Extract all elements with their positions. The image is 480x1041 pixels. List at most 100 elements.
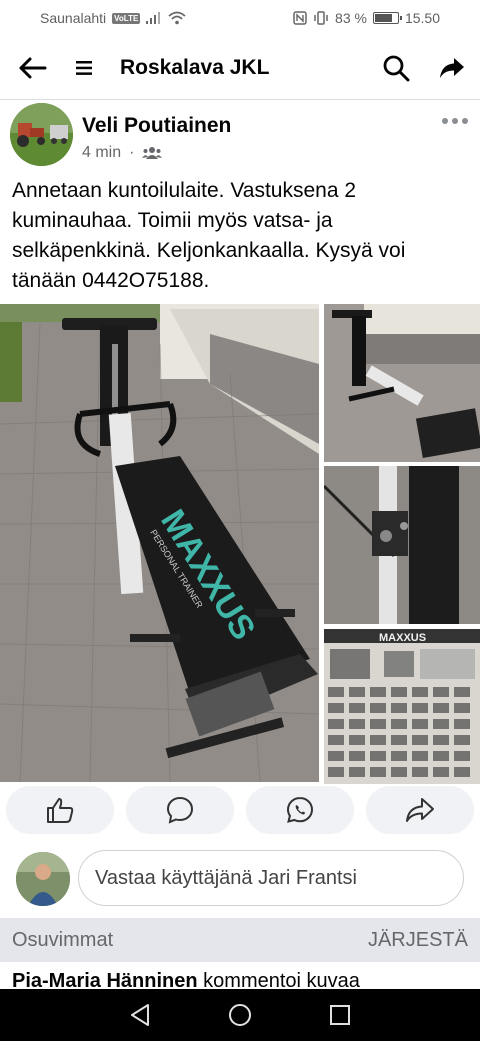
exercise-thumbnail: [349, 719, 365, 729]
exercise-thumbnail: [370, 719, 386, 729]
volte-badge: VoLTE: [112, 12, 141, 24]
wifi-icon: [168, 11, 186, 25]
sort-button[interactable]: JÄRJESTÄ: [368, 929, 468, 952]
exercise-thumbnail: [370, 687, 386, 697]
exercise-thumbnail: [454, 719, 470, 729]
more-options-button[interactable]: [442, 118, 468, 124]
exercise-thumbnail: [454, 687, 470, 697]
group-icon: [142, 147, 163, 159]
whatsapp-button[interactable]: [246, 786, 354, 834]
battery-percent: 83 %: [335, 10, 367, 26]
author-avatar[interactable]: [10, 103, 73, 166]
exercise-thumbnail: [433, 735, 449, 745]
exercise-thumbnail: [412, 703, 428, 713]
page-title[interactable]: Roskalava JKL: [120, 56, 368, 80]
post-actions: [0, 786, 480, 836]
comment-bubble-icon: [166, 796, 194, 824]
arrow-left-icon: [19, 57, 47, 78]
exercise-thumbnail: [412, 687, 428, 697]
search-button[interactable]: [368, 36, 424, 100]
status-bar: Saunalahti VoLTE 83 % 15.50: [0, 0, 480, 36]
author-name[interactable]: Veli Poutiainen: [82, 114, 231, 138]
comment-placeholder: Vastaa käyttäjänä Jari Frantsi: [95, 866, 357, 889]
exercise-thumbnail: [433, 703, 449, 713]
exercise-thumbnail: [328, 751, 344, 761]
main-photo[interactable]: MAXXUS PERSONAL TRAINER: [0, 304, 319, 782]
exercise-thumbnail: [391, 703, 407, 713]
comment-action-text: kommentoi kuvaa: [197, 970, 360, 990]
exercise-thumbnail: [412, 719, 428, 729]
comment-button[interactable]: [126, 786, 234, 834]
nav-home-icon[interactable]: [228, 1003, 252, 1027]
exercise-thumbnail: [454, 703, 470, 713]
comment-preview[interactable]: Pia-Maria Hänninen kommentoi kuvaa: [12, 966, 480, 990]
exercise-thumbnail: [433, 767, 449, 777]
sort-label: Osuvimmat: [12, 928, 114, 951]
more-dot-icon: [452, 118, 458, 124]
post-time[interactable]: 4 min: [82, 144, 121, 162]
exercise-thumbnail: [349, 687, 365, 697]
share-icon: [406, 798, 434, 822]
exercise-thumbnail: [454, 751, 470, 761]
exercise-thumbnail: [391, 767, 407, 777]
whatsapp-icon: [286, 796, 314, 823]
share-button[interactable]: [366, 786, 474, 834]
exercise-thumbnail: [349, 703, 365, 713]
more-dot-icon: [442, 118, 448, 124]
share-arrow-icon: [440, 57, 464, 78]
exercise-thumbnail: [370, 735, 386, 745]
post-meta: 4 min ·: [82, 144, 163, 162]
hamburger-icon: [76, 60, 92, 75]
exercise-thumbnail: [349, 751, 365, 761]
exercise-thumbnail: [433, 719, 449, 729]
exercise-thumbnail: [412, 751, 428, 761]
more-dot-icon: [462, 118, 468, 124]
side-photo-3[interactable]: MAXXUS: [324, 629, 480, 784]
like-button[interactable]: [6, 786, 114, 834]
nfc-icon: [293, 11, 307, 25]
exercise-thumbnail: [433, 751, 449, 761]
comment-composer: Vastaa käyttäjänä Jari Frantsi: [0, 846, 480, 908]
exercise-thumbnail: [328, 719, 344, 729]
side-photo-2[interactable]: [324, 466, 480, 624]
exercise-thumbnail: [328, 735, 344, 745]
exercise-thumbnail: [391, 719, 407, 729]
exercise-thumbnail: [391, 751, 407, 761]
back-button[interactable]: [0, 36, 64, 100]
exercise-thumbnail: [328, 687, 344, 697]
exercise-thumbnail: [328, 703, 344, 713]
thumbs-up-icon: [47, 798, 74, 823]
comments-sort-bar: Osuvimmat JÄRJESTÄ: [0, 918, 480, 962]
search-icon: [383, 55, 410, 81]
exercise-thumbnail: [391, 735, 407, 745]
clock: 15.50: [404, 10, 440, 26]
post-header: Veli Poutiainen 4 min ·: [0, 100, 480, 172]
post-text: Annetaan kuntoilulaite. Vastuksena 2 kum…: [12, 179, 406, 292]
exercise-thumbnail: [349, 767, 365, 777]
nav-back-icon[interactable]: [129, 1003, 151, 1027]
exercise-thumbnail: [454, 767, 470, 777]
battery-icon: [372, 12, 402, 24]
comment-author[interactable]: Pia-Maria Hänninen: [12, 970, 198, 990]
exercise-thumbnail: [349, 735, 365, 745]
comment-input[interactable]: Vastaa käyttäjänä Jari Frantsi: [78, 850, 464, 906]
exercise-thumbnail: [370, 767, 386, 777]
exercise-thumbnail: [328, 767, 344, 777]
exercise-thumbnail: [391, 687, 407, 697]
current-user-avatar[interactable]: [16, 852, 70, 906]
exercise-thumbnail: [433, 687, 449, 697]
nav-recents-icon[interactable]: [329, 1004, 351, 1026]
app-header: Roskalava JKL: [0, 36, 480, 100]
share-post-button[interactable]: [424, 36, 480, 100]
system-nav-bar: [0, 989, 480, 1041]
vibrate-icon: [314, 11, 328, 25]
meta-separator: ·: [129, 144, 135, 161]
exercise-thumbnail: [454, 735, 470, 745]
carrier-label: Saunalahti: [40, 10, 107, 26]
side-photo-1[interactable]: [324, 304, 480, 462]
photo-grid: MAXXUS PERSONAL TRAINER MAXXUS: [0, 304, 480, 784]
exercise-thumbnail: [370, 751, 386, 761]
group-menu-button[interactable]: [64, 36, 104, 100]
poster-brand-text: MAXXUS: [379, 632, 426, 644]
exercise-thumbnail: [412, 735, 428, 745]
